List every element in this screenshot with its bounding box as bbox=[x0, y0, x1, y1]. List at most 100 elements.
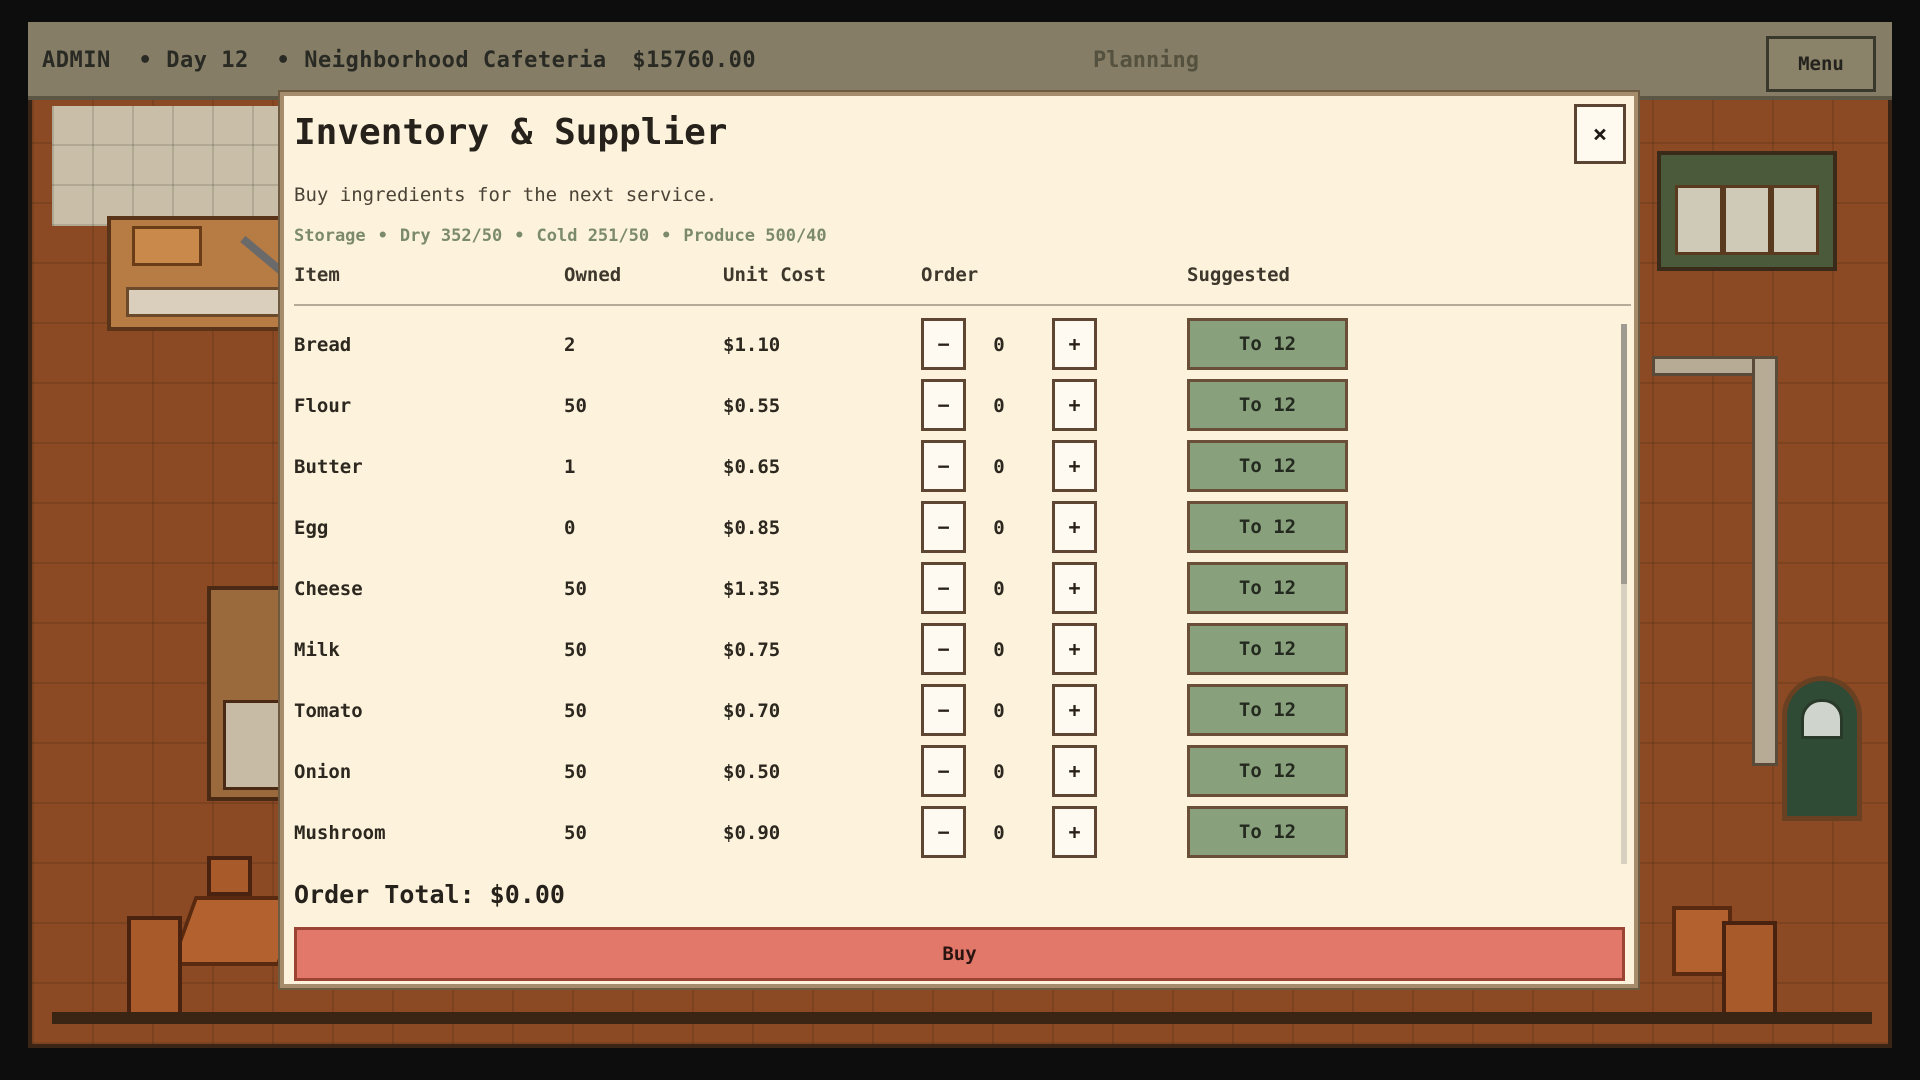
chair-left bbox=[127, 916, 182, 1016]
item-owned: 50 bbox=[564, 761, 587, 783]
hud-phase: Planning bbox=[1093, 48, 1199, 73]
column-owned: Owned bbox=[564, 264, 622, 286]
table-row: Cheese 50 $1.35 − 0 + To 12 bbox=[294, 562, 1604, 623]
suggest-button[interactable]: To 12 bbox=[1187, 318, 1348, 370]
order-quantity: 0 bbox=[993, 822, 1005, 844]
order-total: Order Total: $0.00 bbox=[294, 880, 565, 909]
storage-dry: Dry 352/50 bbox=[399, 226, 503, 246]
storage-produce: Produce 500/40 bbox=[683, 226, 827, 246]
table-row: Milk 50 $0.75 − 0 + To 12 bbox=[294, 623, 1604, 684]
decrement-button[interactable]: − bbox=[921, 501, 966, 553]
item-owned: 50 bbox=[564, 639, 587, 661]
shop-window bbox=[1657, 151, 1837, 271]
item-name: Mushroom bbox=[294, 822, 386, 844]
item-unit-cost: $0.55 bbox=[723, 395, 781, 417]
item-unit-cost: $0.75 bbox=[723, 639, 781, 661]
buy-button[interactable]: Buy bbox=[294, 927, 1625, 981]
suggest-button[interactable]: To 12 bbox=[1187, 501, 1348, 553]
item-unit-cost: $0.90 bbox=[723, 822, 781, 844]
exit-door bbox=[1782, 676, 1862, 821]
menu-button[interactable]: Menu bbox=[1766, 36, 1876, 92]
decrement-button[interactable]: − bbox=[921, 318, 966, 370]
column-order: Order bbox=[921, 264, 979, 286]
hud-money: $15760.00 bbox=[632, 48, 757, 73]
suggest-button[interactable]: To 12 bbox=[1187, 440, 1348, 492]
close-icon: × bbox=[1592, 120, 1608, 148]
suggest-button[interactable]: To 12 bbox=[1187, 684, 1348, 736]
suggest-button[interactable]: To 12 bbox=[1187, 379, 1348, 431]
column-suggested: Suggested bbox=[1187, 264, 1290, 286]
order-quantity: 0 bbox=[993, 395, 1005, 417]
item-unit-cost: $0.65 bbox=[723, 456, 781, 478]
increment-button[interactable]: + bbox=[1052, 379, 1097, 431]
item-unit-cost: $0.85 bbox=[723, 517, 781, 539]
item-name: Egg bbox=[294, 517, 329, 539]
order-quantity: 0 bbox=[993, 456, 1005, 478]
hud-separator: • bbox=[276, 48, 291, 73]
item-unit-cost: $0.50 bbox=[723, 761, 781, 783]
item-name: Onion bbox=[294, 761, 352, 783]
floor-rail bbox=[52, 1012, 1872, 1024]
decrement-button[interactable]: − bbox=[921, 684, 966, 736]
storage-cold: Cold 251/50 bbox=[536, 226, 650, 246]
increment-button[interactable]: + bbox=[1052, 501, 1097, 553]
item-owned: 0 bbox=[564, 517, 576, 539]
suggest-button[interactable]: To 12 bbox=[1187, 745, 1348, 797]
increment-button[interactable]: + bbox=[1052, 623, 1097, 675]
hud-day: Day 12 bbox=[166, 48, 249, 73]
wall-pipe-vertical bbox=[1752, 356, 1778, 766]
increment-button[interactable]: + bbox=[1052, 684, 1097, 736]
decrement-button[interactable]: − bbox=[921, 562, 966, 614]
increment-button[interactable]: + bbox=[1052, 806, 1097, 858]
item-name: Flour bbox=[294, 395, 352, 417]
inventory-modal: Inventory & Supplier × Buy ingredients f… bbox=[280, 92, 1638, 988]
storage-separator: • bbox=[661, 226, 672, 246]
kitchen-wall-tiles bbox=[52, 106, 302, 226]
order-quantity: 0 bbox=[993, 334, 1005, 356]
table-row: Mushroom 50 $0.90 − 0 + To 12 bbox=[294, 806, 1604, 867]
increment-button[interactable]: + bbox=[1052, 562, 1097, 614]
table-row: Butter 1 $0.65 − 0 + To 12 bbox=[294, 440, 1604, 501]
item-owned: 1 bbox=[564, 456, 576, 478]
increment-button[interactable]: + bbox=[1052, 745, 1097, 797]
list-scrollbar[interactable] bbox=[1621, 324, 1627, 864]
suggest-button[interactable]: To 12 bbox=[1187, 623, 1348, 675]
chair-left-back bbox=[207, 856, 252, 896]
window-glass bbox=[1675, 185, 1819, 255]
storage-label: Storage bbox=[294, 226, 366, 246]
table-row: Onion 50 $0.50 − 0 + To 12 bbox=[294, 745, 1604, 806]
close-button[interactable]: × bbox=[1574, 104, 1626, 164]
top-hud: ADMIN • Day 12 • Neighborhood Cafeteria $1… bbox=[28, 22, 1892, 100]
suggest-button[interactable]: To 12 bbox=[1187, 806, 1348, 858]
item-owned: 50 bbox=[564, 822, 587, 844]
column-unit-cost: Unit Cost bbox=[723, 264, 826, 286]
item-unit-cost: $1.10 bbox=[723, 334, 781, 356]
order-quantity: 0 bbox=[993, 578, 1005, 600]
hud-status: ADMIN • Day 12 • Neighborhood Cafeteria $1… bbox=[42, 48, 756, 73]
hud-role: ADMIN bbox=[42, 48, 111, 73]
increment-button[interactable]: + bbox=[1052, 440, 1097, 492]
decrement-button[interactable]: − bbox=[921, 440, 966, 492]
item-name: Tomato bbox=[294, 700, 363, 722]
scrollbar-thumb[interactable] bbox=[1621, 324, 1627, 584]
item-name: Cheese bbox=[294, 578, 363, 600]
modal-title: Inventory & Supplier bbox=[294, 112, 728, 153]
order-quantity: 0 bbox=[993, 761, 1005, 783]
item-unit-cost: $0.70 bbox=[723, 700, 781, 722]
decrement-button[interactable]: − bbox=[921, 745, 966, 797]
order-quantity: 0 bbox=[993, 700, 1005, 722]
decrement-button[interactable]: − bbox=[921, 379, 966, 431]
storage-separator: • bbox=[377, 226, 388, 246]
order-quantity: 0 bbox=[993, 517, 1005, 539]
item-unit-cost: $1.35 bbox=[723, 578, 781, 600]
suggest-button[interactable]: To 12 bbox=[1187, 562, 1348, 614]
decrement-button[interactable]: − bbox=[921, 623, 966, 675]
item-name: Bread bbox=[294, 334, 352, 356]
column-item: Item bbox=[294, 264, 340, 286]
modal-subtitle: Buy ingredients for the next service. bbox=[294, 184, 718, 206]
item-owned: 50 bbox=[564, 700, 587, 722]
decrement-button[interactable]: − bbox=[921, 806, 966, 858]
item-owned: 50 bbox=[564, 578, 587, 600]
table-row: Flour 50 $0.55 − 0 + To 12 bbox=[294, 379, 1604, 440]
increment-button[interactable]: + bbox=[1052, 318, 1097, 370]
